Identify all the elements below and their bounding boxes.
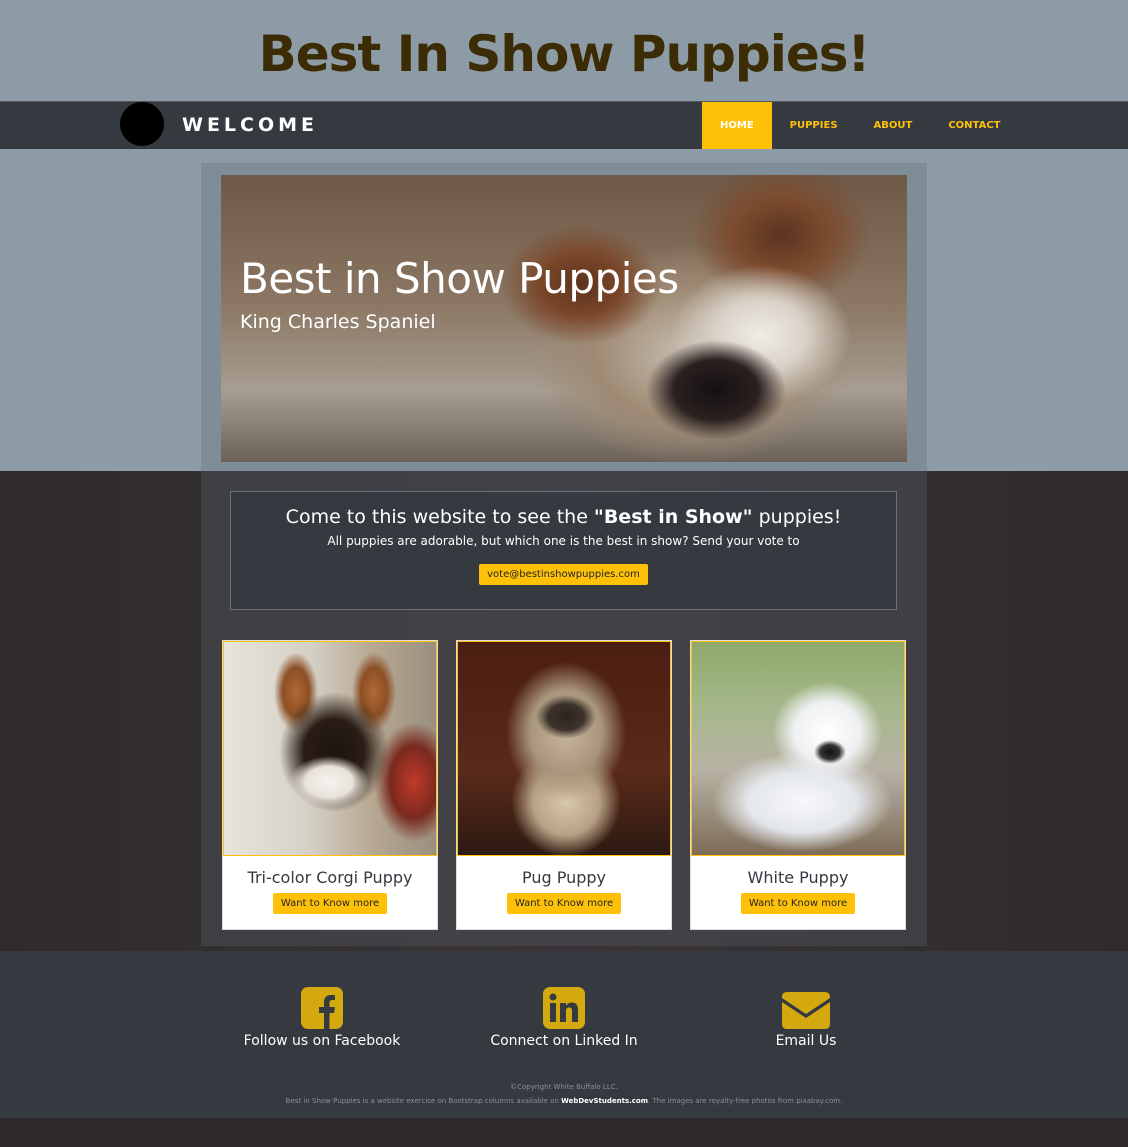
nav-menu: HOME PUPPIES ABOUT CONTACT <box>702 102 1019 149</box>
bottom-strip <box>0 1118 1128 1147</box>
navbar: WELCOME HOME PUPPIES ABOUT CONTACT <box>0 101 1128 149</box>
facebook-icon <box>301 987 343 1029</box>
linkedin-icon <box>543 987 585 1029</box>
webdevstudents-link[interactable]: WebDevStudents.com <box>561 1097 648 1105</box>
vote-callout: Come to this website to see the "Best in… <box>230 491 897 610</box>
hero-subtitle: King Charles Spaniel <box>240 311 436 333</box>
logo[interactable] <box>120 102 164 146</box>
copyright-text: ©Copyright White Buffalo LLC. <box>510 1083 618 1091</box>
card-title: Pug Puppy <box>521 868 607 887</box>
know-more-button[interactable]: Want to Know more <box>272 893 388 914</box>
navbar-brand[interactable]: WELCOME <box>182 114 318 136</box>
email-link[interactable]: Email Us <box>706 987 906 1049</box>
card-title: Tri-color Corgi Puppy <box>247 868 413 887</box>
pug-photo <box>457 641 671 856</box>
know-more-button[interactable]: Want to Know more <box>740 893 856 914</box>
nav-item-puppies[interactable]: PUPPIES <box>772 102 856 149</box>
vote-email-button[interactable]: vote@bestinshowpuppies.com <box>479 564 648 585</box>
facebook-label[interactable]: Follow us on Facebook <box>222 1033 422 1049</box>
site-banner: Best In Show Puppies! <box>0 0 1128 101</box>
site-title: Best In Show Puppies! <box>258 24 871 83</box>
corgi-photo <box>223 641 437 856</box>
white-puppy-photo <box>691 641 905 856</box>
credits-text: Best in Show Puppies is a website exerci… <box>285 1097 843 1105</box>
card-title: White Puppy <box>747 868 849 887</box>
envelope-icon <box>782 992 830 1029</box>
nav-item-contact[interactable]: CONTACT <box>930 102 1018 149</box>
puppy-card-pug: Pug Puppy Want to Know more <box>456 640 672 930</box>
callout-text: All puppies are adorable, but which one … <box>327 534 800 548</box>
know-more-button[interactable]: Want to Know more <box>506 893 622 914</box>
nav-item-home[interactable]: HOME <box>702 102 772 149</box>
hero-title: Best in Show Puppies <box>240 254 679 303</box>
email-label[interactable]: Email Us <box>706 1033 906 1049</box>
callout-title: Come to this website to see the "Best in… <box>285 506 842 528</box>
linkedin-label[interactable]: Connect on Linked In <box>464 1033 664 1049</box>
facebook-link[interactable]: Follow us on Facebook <box>222 987 422 1049</box>
puppy-card-corgi: Tri-color Corgi Puppy Want to Know more <box>222 640 438 930</box>
nav-item-about[interactable]: ABOUT <box>856 102 931 149</box>
puppy-card-white: White Puppy Want to Know more <box>690 640 906 930</box>
linkedin-link[interactable]: Connect on Linked In <box>464 987 664 1049</box>
